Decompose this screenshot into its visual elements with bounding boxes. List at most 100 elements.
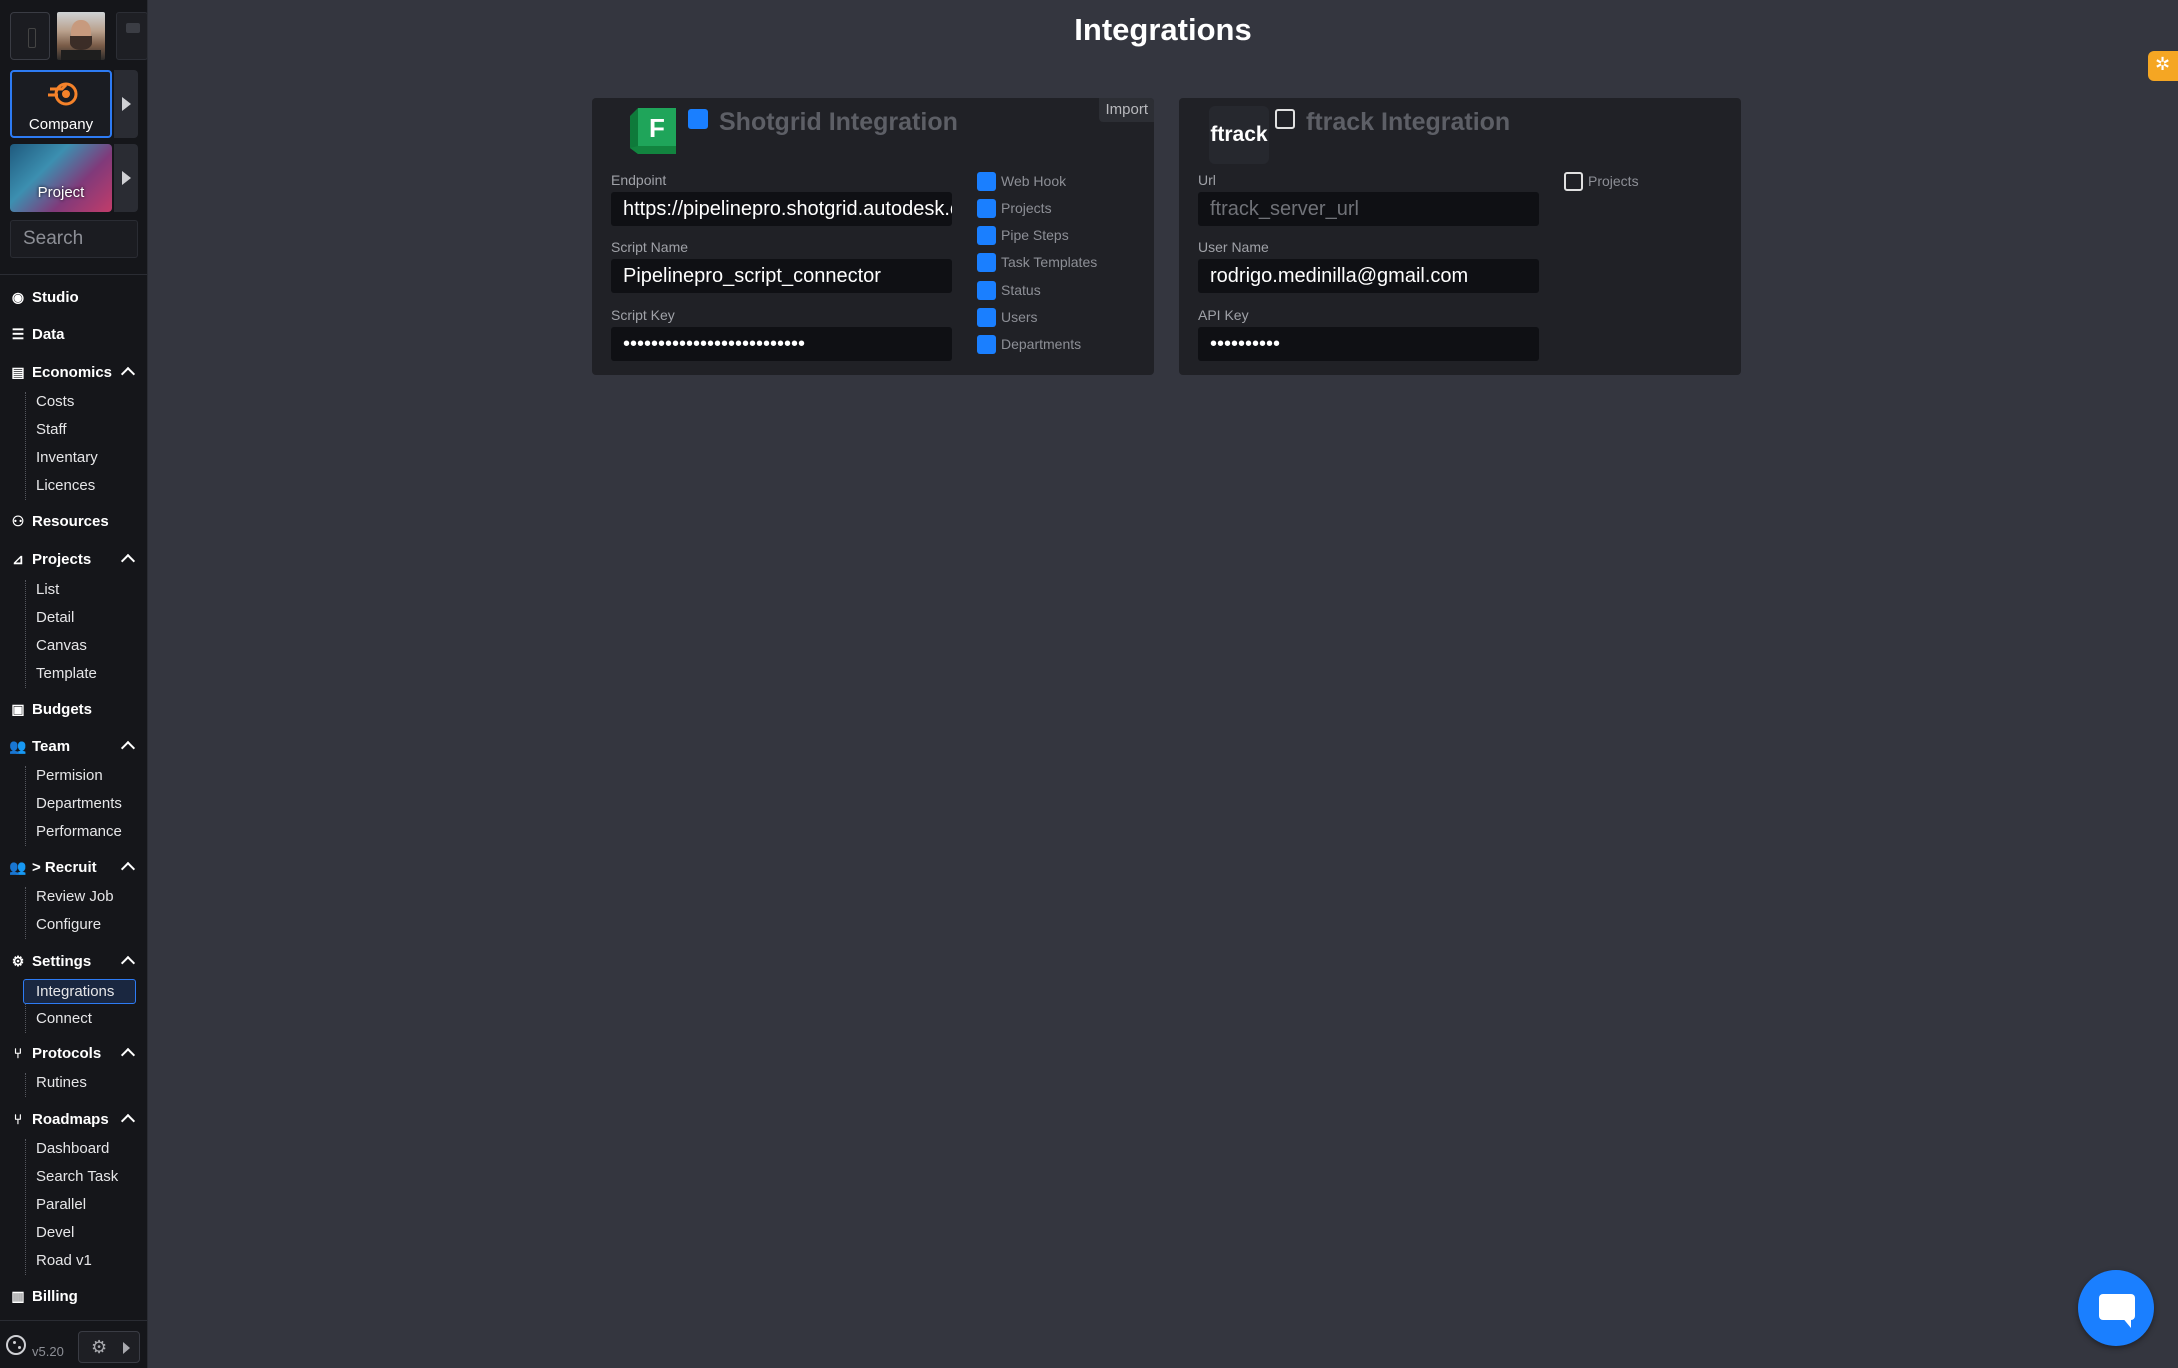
option-projects[interactable]: Projects (1564, 170, 1639, 192)
sidebar-item-search-task[interactable]: Search Task (36, 1166, 118, 1188)
sidebar-item-departments[interactable]: Departments (36, 793, 122, 815)
bug-report-tab[interactable] (2148, 51, 2178, 81)
nav-settings[interactable]: ⚙ Settings (10, 949, 136, 973)
option-task-templates[interactable]: Task Templates (977, 251, 1097, 273)
ftrack-card: ftrack ftrack Integration Url ftrack_ser… (1179, 98, 1741, 375)
nav-roadmaps[interactable]: ⑂ Roadmaps (10, 1107, 136, 1131)
chart-line-icon: ⊿ (12, 550, 24, 567)
sidebar-item-connect[interactable]: Connect (36, 1008, 92, 1030)
company-tile-main[interactable]: Company (10, 70, 112, 138)
company-expand-arrow[interactable] (114, 70, 138, 138)
sidebar-item-list[interactable]: List (36, 579, 59, 601)
gear-icon: ⚙ (91, 1337, 108, 1357)
username-input[interactable]: rodrigo.medinilla@gmail.com (1198, 259, 1539, 293)
git-icon: ⑂ (13, 1111, 23, 1127)
nav-billing[interactable]: ▥ Billing (10, 1284, 77, 1308)
nav-economics[interactable]: ▤ Economics (10, 360, 136, 384)
nav-team[interactable]: 👥 Team (9, 734, 136, 758)
project-expand-arrow[interactable] (114, 144, 138, 212)
option-status[interactable]: Status (977, 279, 1041, 301)
chat-button[interactable] (2078, 1270, 2154, 1346)
option-label: Pipe Steps (1001, 227, 1069, 243)
url-input[interactable]: ftrack_server_url (1198, 192, 1539, 226)
option-label: Projects (1001, 200, 1052, 216)
sidebar-toggle-button[interactable] (10, 12, 50, 60)
checkbox[interactable] (1564, 171, 1583, 191)
avatar[interactable] (57, 12, 105, 60)
checkbox[interactable] (977, 252, 996, 272)
notifications-button[interactable] (116, 12, 148, 60)
cookie-icon[interactable] (6, 1335, 26, 1355)
sidebar-item-integrations[interactable]: Integrations (23, 979, 136, 1004)
chevron-up-icon[interactable] (120, 1045, 136, 1061)
sidebar-item-configure[interactable]: Configure (36, 914, 101, 936)
company-tile[interactable]: Company (10, 70, 138, 138)
chevron-up-icon[interactable] (120, 859, 136, 875)
option-label: Web Hook (1001, 173, 1067, 189)
sidebar-search-input[interactable]: Search (10, 220, 138, 258)
nav-label: Projects (32, 550, 92, 568)
option-departments[interactable]: Departments (977, 333, 1081, 355)
sidebar-top-row (10, 12, 148, 60)
sidebar-item-parallel[interactable]: Parallel (36, 1194, 86, 1216)
footer-settings-button[interactable]: ⚙ (78, 1331, 140, 1363)
sidebar-item-devel[interactable]: Devel (36, 1222, 74, 1244)
nav-studio[interactable]: ◉ Studio (10, 285, 79, 309)
project-tile-main[interactable]: Project (10, 144, 112, 212)
nav-projects[interactable]: ⊿ Projects (10, 547, 136, 571)
sidebar-item-template[interactable]: Template (36, 663, 97, 685)
shotgrid-enable-checkbox[interactable] (688, 109, 708, 129)
option-users[interactable]: Users (977, 306, 1038, 328)
import-button[interactable]: Import (1099, 98, 1154, 122)
sidebar-item-dashboard[interactable]: Dashboard (36, 1138, 109, 1160)
sidebar-item-rutines[interactable]: Rutines (36, 1072, 87, 1094)
tree-line (25, 580, 26, 688)
app-root: Company Project Search ◉ Studio ☰ Data ▤… (0, 0, 2178, 1368)
sidebar-item-canvas[interactable]: Canvas (36, 635, 87, 657)
avatar-beard (70, 36, 92, 50)
chevron-up-icon[interactable] (120, 738, 136, 754)
users-icon: 👥 (9, 737, 27, 754)
script-name-input[interactable]: Pipelinepro_script_connector (611, 259, 952, 293)
sidebar-footer: v5.20 ⚙ (0, 1320, 148, 1368)
checkbox[interactable] (977, 225, 996, 245)
project-tile[interactable]: Project (10, 144, 138, 212)
option-web-hook[interactable]: Web Hook (977, 170, 1066, 192)
chevron-up-icon[interactable] (120, 953, 136, 969)
nav-recruit[interactable]: 👥 > Recruit (9, 855, 136, 879)
ftrack-enable-checkbox[interactable] (1275, 109, 1295, 129)
checkbox[interactable] (977, 334, 996, 354)
checkbox[interactable] (977, 171, 996, 191)
nav-data[interactable]: ☰ Data (10, 322, 65, 346)
chevron-up-icon[interactable] (120, 1111, 136, 1127)
script-key-input[interactable]: •••••••••••••••••••••••••• (611, 327, 952, 361)
chevron-up-icon[interactable] (120, 364, 136, 380)
sidebar-item-review-job[interactable]: Review Job (36, 886, 114, 908)
sidebar-item-staff[interactable]: Staff (36, 419, 67, 441)
sidebar-item-road-v1[interactable]: Road v1 (36, 1250, 92, 1272)
endpoint-input[interactable]: https://pipelinepro.shotgrid.autodesk.co… (611, 192, 952, 226)
invoice-icon: ▥ (11, 1287, 25, 1304)
sidebar-item-inventary[interactable]: Inventary (36, 447, 98, 469)
nav-label: Economics (32, 363, 113, 381)
page-title: Integrations (1074, 12, 1252, 47)
chevron-up-icon[interactable] (120, 551, 136, 567)
checkbox[interactable] (977, 280, 996, 300)
option-projects[interactable]: Projects (977, 197, 1052, 219)
nav-protocols[interactable]: ⑂ Protocols (10, 1041, 136, 1065)
endpoint-label: Endpoint (611, 172, 667, 188)
checkbox[interactable] (977, 198, 996, 218)
nav-resources[interactable]: ⚇ Resources (10, 509, 109, 533)
sidebar-item-costs[interactable]: Costs (36, 391, 74, 413)
tree-line (25, 392, 26, 500)
database-icon: ☰ (11, 325, 25, 342)
nav-budgets[interactable]: ▣ Budgets (10, 697, 92, 721)
sidebar-item-detail[interactable]: Detail (36, 607, 74, 629)
sidebar-item-performance[interactable]: Performance (36, 821, 122, 843)
sidebar-item-permision[interactable]: Permision (36, 765, 103, 787)
tree-line (25, 766, 26, 846)
checkbox[interactable] (977, 307, 996, 327)
api-key-input[interactable]: •••••••••• (1198, 327, 1539, 361)
sidebar-item-licences[interactable]: Licences (36, 475, 95, 497)
option-pipe-steps[interactable]: Pipe Steps (977, 224, 1069, 246)
